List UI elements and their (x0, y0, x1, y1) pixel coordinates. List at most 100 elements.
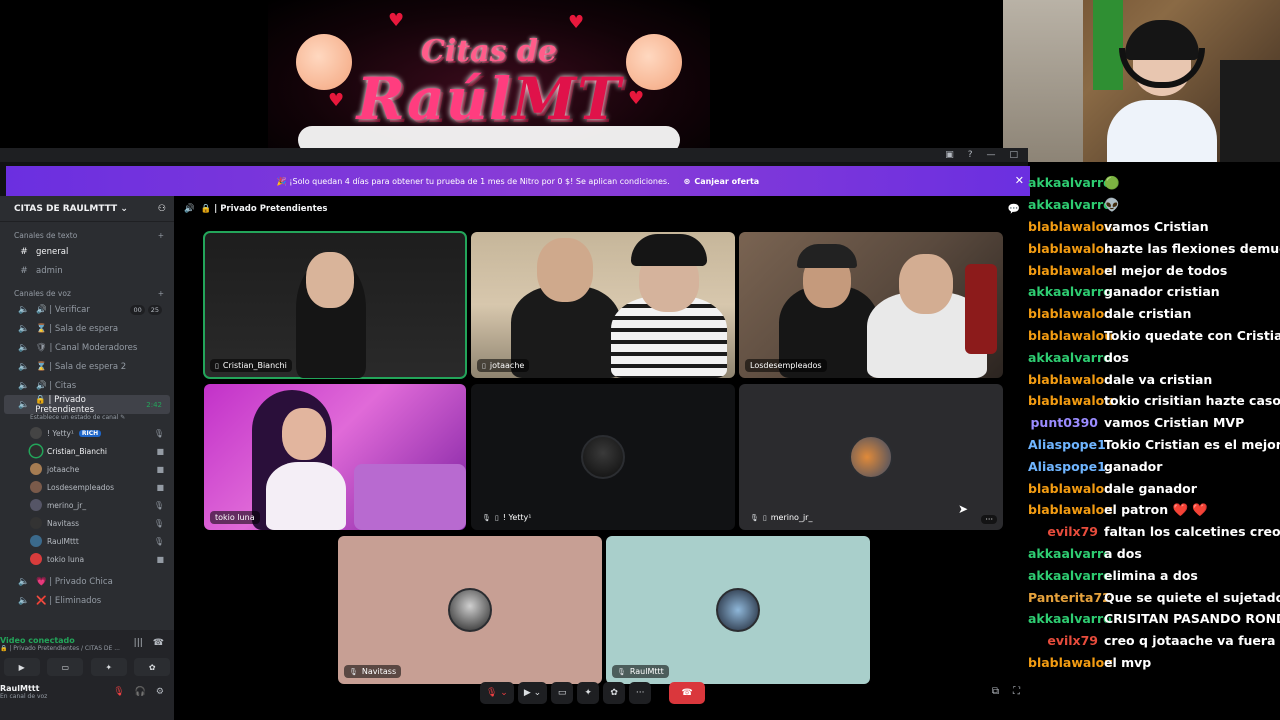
chat-bubble-icon[interactable]: 💬 (1008, 204, 1020, 215)
phone-icon: ▯ (482, 361, 486, 370)
participant-name: ! Yetty¹ (502, 513, 532, 522)
chat-message: evilx79 faltan los calcetines creo (1028, 521, 1280, 543)
mic-muted-icon: 🎙 (750, 513, 759, 522)
title-bar (0, 148, 1028, 162)
participant-name: tokio luna (215, 513, 255, 522)
fullscreen-icon[interactable]: ⛶ (1013, 686, 1020, 697)
video-tile-losdesempleados[interactable]: Losdesempleados (739, 232, 1003, 378)
member-name: Losdesempleados (47, 482, 115, 492)
participant-label: ▯ jotaache (477, 359, 530, 372)
channel-status-prompt[interactable]: Establece un estado de canal ✎ (0, 414, 174, 424)
avatar (30, 445, 42, 457)
avatar (30, 499, 42, 511)
activities-button[interactable]: ✦ (577, 682, 600, 704)
chat-text: el mvp (1104, 654, 1152, 670)
pop-out-icon[interactable]: ⧉ (992, 686, 999, 697)
video-tile-raulmttt[interactable]: 🎙 RaulMttt (606, 536, 870, 684)
voice-member[interactable]: Losdesempleados ■ (0, 478, 174, 496)
channel-general[interactable]: # general (4, 242, 170, 261)
participant-name: Losdesempleados (750, 361, 822, 370)
more-options-icon[interactable]: ··· (981, 515, 997, 524)
server-header[interactable]: CITAS DE RAULMTTT ⌄ ⚇ (0, 196, 174, 222)
chat-message: akkaalvarro CRISITAN PASANDO RONDA (1028, 608, 1280, 630)
screen-share-button[interactable]: ▭ (47, 658, 84, 676)
participant-label: 🎙 ▯ merino_jr_ (745, 511, 817, 524)
soundboard-button[interactable]: ✿ (603, 682, 626, 704)
voice-channel-eliminados[interactable]: 🔈 ❌ | Eliminados (4, 591, 170, 610)
more-options-button[interactable]: ··· (629, 682, 652, 704)
chat-text: ganador cristian (1104, 284, 1220, 300)
chat-message: blablawalou el mvp (1028, 652, 1280, 674)
participant-name: merino_jr_ (770, 513, 813, 522)
category-label: Canales de voz (14, 288, 71, 298)
voice-channel-moderadores[interactable]: 🔈 🛡 | Canal Moderadores (4, 338, 170, 357)
video-tile-jotaache[interactable]: ▯ jotaache (471, 232, 735, 378)
headphones-icon[interactable]: 🎧 (135, 687, 146, 697)
category-text-channels[interactable]: Canales de texto + (0, 228, 174, 242)
voice-member[interactable]: tokio luna ■ (0, 550, 174, 568)
chat-username: Aliaspope1 (1028, 458, 1106, 474)
voice-member[interactable]: merino_jr_ 🎙 (0, 496, 174, 514)
noise-suppression-icon[interactable]: ||| (134, 638, 143, 648)
chat-username: akkaalvarro (1028, 611, 1112, 627)
voice-member[interactable]: Cristian_Bianchi ■ (0, 442, 174, 460)
help-icon[interactable]: ? (968, 150, 973, 160)
video-tile-navitass[interactable]: 🎙 Navitass (338, 536, 602, 684)
channel-admin[interactable]: # admin (4, 261, 170, 280)
add-channel-icon[interactable]: + (158, 231, 164, 240)
member-tag: RICH (78, 429, 102, 437)
video-tile-tokio-luna[interactable]: tokio luna (204, 384, 466, 530)
server-name: CITAS DE RAULMTTT (14, 203, 118, 214)
hash-icon: # (20, 246, 28, 257)
voice-channel-citas[interactable]: 🔈 🔊 | Citas (4, 376, 170, 395)
speaker-icon: 🔈 (18, 323, 30, 334)
maximize-button[interactable]: □ (1009, 150, 1018, 160)
mic-muted-icon[interactable]: 🎙 (113, 687, 124, 697)
video-tile-yetty[interactable]: 🎙 ▯! Yetty¹ (471, 384, 735, 530)
channel-label: 🔊 | Verificar (36, 304, 90, 315)
channel-label: ⌛ | Sala de espera 2 (36, 361, 127, 372)
add-channel-icon[interactable]: + (158, 289, 164, 298)
chat-username: blablawalou (1028, 240, 1114, 256)
disconnect-icon[interactable]: ☎ (153, 638, 164, 648)
video-tile-cristian-bianchi[interactable]: ▯ Cristian_Bianchi (203, 231, 467, 379)
chat-message: blablawalou el patron ❤️ ❤️ (1028, 499, 1280, 521)
close-icon[interactable]: ✕ (1015, 174, 1024, 187)
leave-call-button[interactable]: ☎ (669, 682, 706, 704)
voice-channel-privado-chica[interactable]: 🔈 💗 | Privado Chica (4, 572, 170, 591)
username[interactable]: RaulMttt (0, 684, 47, 693)
inbox-icon[interactable]: ▣ (945, 150, 954, 160)
voice-channel-privado-pretendientes[interactable]: 🔈 🔒 | Privado Pretendientes 2:42 (4, 395, 170, 415)
add-member-icon[interactable]: ⚇ (158, 204, 166, 214)
mute-toggle-button[interactable]: 🎙 ⌄ (480, 682, 514, 704)
redeem-offer-button[interactable]: ⊛ Canjear oferta (684, 177, 760, 186)
minimize-button[interactable]: — (986, 150, 995, 160)
category-voice-channels[interactable]: Canales de voz + (0, 286, 174, 300)
voice-channel-sala-espera-2[interactable]: 🔈 ⌛ | Sala de espera 2 (4, 357, 170, 376)
phone-icon: ▯ (494, 513, 499, 522)
member-name: RaulMttt (47, 536, 79, 546)
activities-button[interactable]: ✦ (90, 658, 127, 676)
chat-message: blablawalou dale cristian (1028, 303, 1280, 325)
voice-status[interactable]: Video conectado (0, 630, 120, 645)
chat-username: blablawalou (1028, 393, 1114, 409)
voice-channel-verificar[interactable]: 🔈 🔊 | Verificar 00 25 (4, 300, 170, 319)
camera-toggle-button[interactable]: ▶ ⌄ (517, 682, 548, 704)
voice-member[interactable]: jotaache ■ (0, 460, 174, 478)
voice-member[interactable]: ! Yetty¹ RICH 🎙 (0, 424, 174, 442)
voice-channel-path[interactable]: 🔒 | Privado Pretendientes / CITAS DE ... (0, 645, 120, 652)
soundboard-button[interactable]: ✿ (134, 658, 171, 676)
screen-share-button[interactable]: ▭ (551, 682, 574, 704)
voice-channel-sala-espera[interactable]: 🔈 ⌛ | Sala de espera (4, 319, 170, 338)
mic-muted-icon: 🎙 (153, 428, 164, 438)
participant-label: tokio luna (210, 511, 260, 524)
chat-text: el mejor de todos (1104, 262, 1228, 278)
settings-gear-icon[interactable]: ⚙ (156, 687, 164, 697)
voice-member[interactable]: Navitass 🎙 (0, 514, 174, 532)
chat-message: punt0390 vamos Cristian MVP (1028, 412, 1280, 434)
camera-button[interactable]: ▶ (3, 658, 40, 676)
avatar (849, 435, 893, 479)
speaker-icon: 🔈 (18, 342, 30, 353)
voice-member[interactable]: RaulMttt 🎙 (0, 532, 174, 550)
stream-title-banner: ♥ ♥ ♥ ♥ Citas de RaúlMT (268, 0, 710, 162)
